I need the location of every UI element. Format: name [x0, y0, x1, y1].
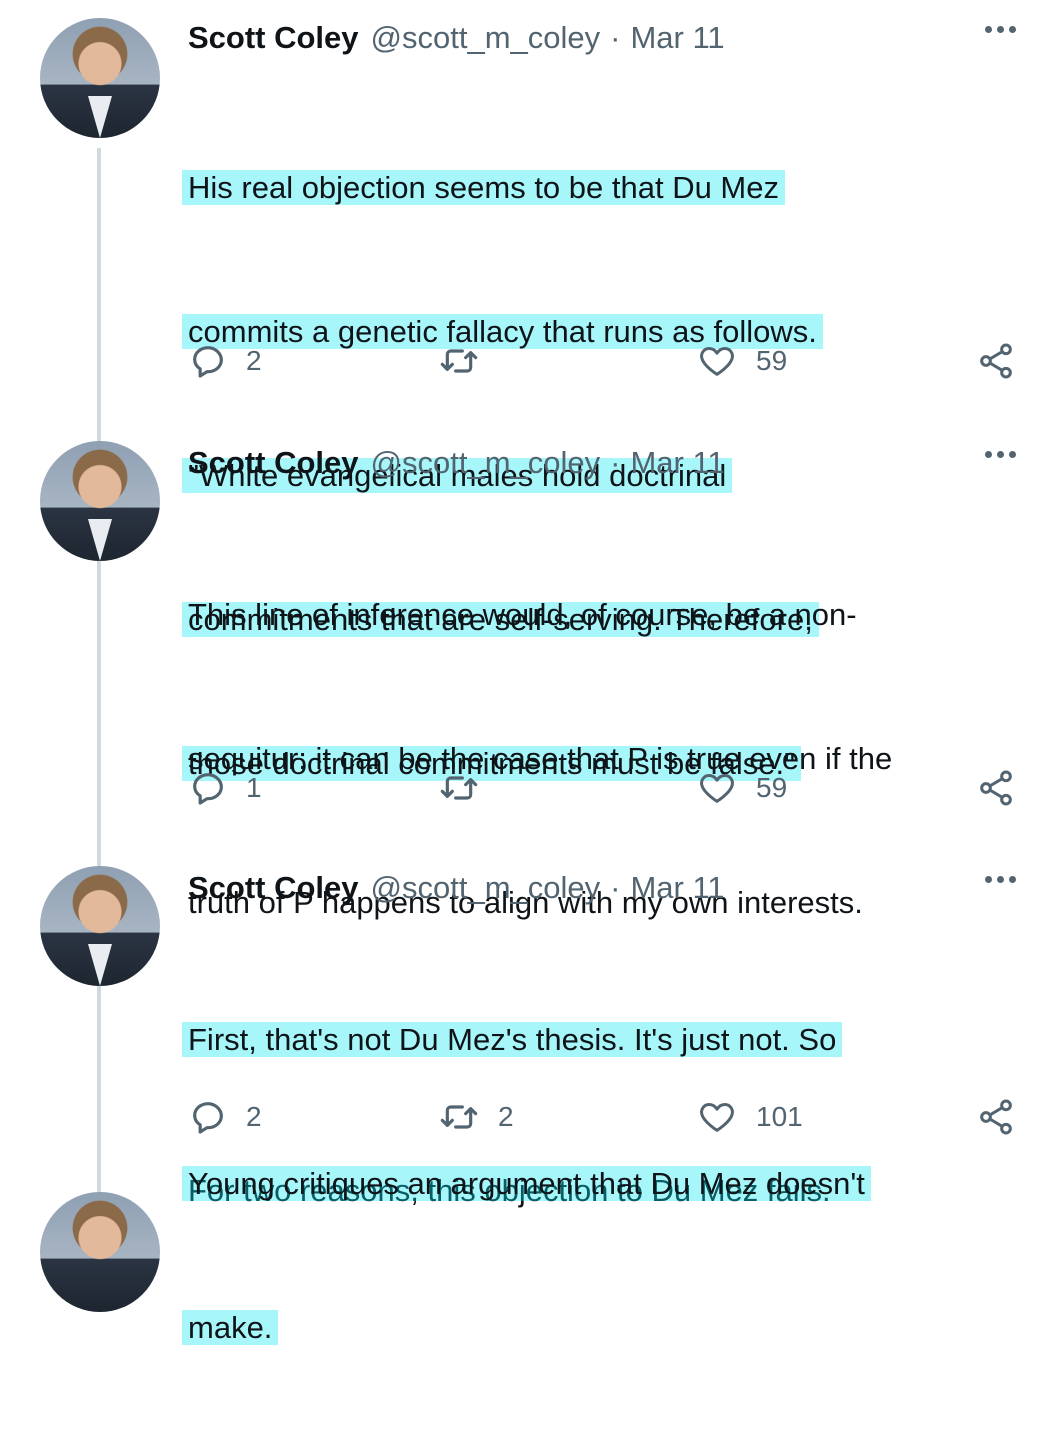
retweet-button[interactable]: [438, 336, 498, 386]
avatar[interactable]: [40, 441, 160, 561]
more-options-icon[interactable]: [985, 26, 1016, 33]
reply-button[interactable]: 2: [188, 1092, 262, 1142]
tweet-actions: 2 59: [188, 336, 1018, 386]
text-line: This line of inference would, of course,…: [188, 597, 857, 632]
tweet-date[interactable]: Mar 11: [630, 870, 724, 906]
author-handle[interactable]: @scott_m_coley: [371, 445, 601, 481]
text-line: First, that's not Du Mez's thesis. It's …: [182, 1022, 843, 1057]
author-name[interactable]: Scott Coley: [188, 870, 359, 906]
reply-count: 2: [246, 1101, 262, 1132]
tweet-text: First, that's not Du Mez's thesis. It's …: [182, 920, 1028, 1448]
share-button[interactable]: [976, 1092, 1016, 1142]
retweet-button[interactable]: [438, 763, 498, 813]
retweet-button[interactable]: 2: [438, 1092, 514, 1142]
share-button[interactable]: [976, 763, 1016, 813]
reply-icon: [193, 1102, 223, 1134]
author-name[interactable]: Scott Coley: [188, 445, 359, 481]
reply-count: 2: [246, 345, 262, 376]
more-options-icon[interactable]: [985, 451, 1016, 458]
tweet-header: Scott Coley @scott_m_coley · Mar 11: [188, 441, 725, 485]
reply-button[interactable]: 1: [188, 763, 262, 813]
separator: ·: [610, 445, 621, 480]
share-icon: [980, 770, 1012, 806]
text-line: His real objection seems to be that Du M…: [182, 170, 785, 205]
share-icon: [980, 343, 1012, 379]
avatar[interactable]: [40, 866, 160, 986]
thread-line: [97, 148, 101, 1200]
heart-icon: [700, 774, 734, 803]
share-icon: [980, 1099, 1012, 1135]
share-button[interactable]: [976, 336, 1016, 386]
tweet-date[interactable]: Mar 11: [630, 445, 724, 481]
heart-icon: [700, 347, 734, 376]
heart-icon: [700, 1103, 734, 1132]
tweet-header: Scott Coley @scott_m_coley · Mar 11: [188, 866, 725, 910]
text-line: Young critiques an argument that Du Mez …: [182, 1166, 871, 1201]
avatar[interactable]: [40, 1192, 160, 1312]
retweet-icon: [440, 1105, 478, 1129]
tweet-header: Scott Coley @scott_m_coley · Mar 11: [188, 16, 725, 60]
avatar[interactable]: [40, 18, 160, 138]
author-handle[interactable]: @scott_m_coley: [371, 870, 601, 906]
author-handle[interactable]: @scott_m_coley: [371, 20, 601, 56]
like-count: 101: [756, 1101, 803, 1132]
retweet-icon: [440, 776, 478, 800]
tweet-actions: 1 59: [188, 763, 1018, 813]
retweet-count: 2: [498, 1101, 514, 1132]
like-button[interactable]: 59: [696, 336, 787, 386]
author-name[interactable]: Scott Coley: [188, 20, 359, 56]
like-button[interactable]: 59: [696, 763, 787, 813]
text-line: make.: [182, 1310, 279, 1345]
reply-button[interactable]: 2: [188, 336, 262, 386]
separator: ·: [610, 20, 621, 55]
more-options-icon[interactable]: [985, 876, 1016, 883]
reply-count: 1: [246, 772, 262, 803]
like-button[interactable]: 101: [696, 1092, 803, 1142]
retweet-icon: [440, 349, 478, 373]
like-count: 59: [756, 345, 788, 376]
like-count: 59: [756, 772, 788, 803]
tweet-actions: 2 2 101: [188, 1092, 1018, 1142]
reply-icon: [193, 346, 223, 378]
separator: ·: [610, 870, 621, 905]
tweet-date[interactable]: Mar 11: [630, 20, 724, 56]
reply-icon: [193, 773, 223, 805]
